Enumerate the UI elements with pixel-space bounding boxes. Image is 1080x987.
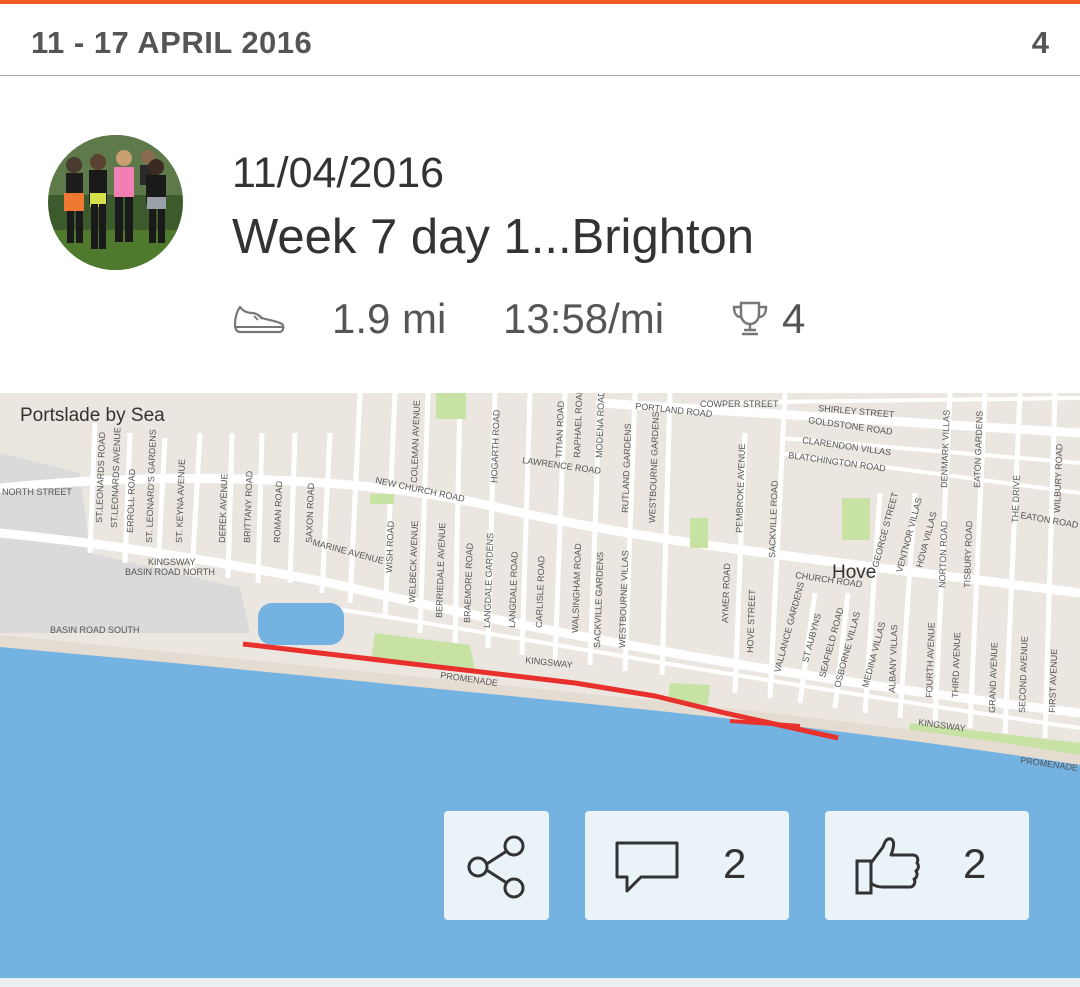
activity-pace: 13:58/mi <box>503 295 665 342</box>
week-activity-count: 4 <box>1031 25 1049 60</box>
road-label: AYMER ROAD <box>720 562 732 623</box>
road-label-kingsway: KINGSWAY <box>148 557 196 567</box>
activity-date: 11/04/2016 <box>232 149 445 197</box>
trophy-icon <box>730 299 770 344</box>
trophy-count: 4 <box>782 295 806 342</box>
avatar[interactable] <box>48 135 183 270</box>
route-map[interactable]: Portslade by Sea Hove NORTH STREET ST.LE… <box>0 393 1080 978</box>
week-header: 11 - 17 APRIL 2016 4 <box>0 4 1080 76</box>
road-label: BASIN ROAD NORTH <box>125 567 215 577</box>
map-place-portslade: Portslade by Sea <box>20 405 165 426</box>
road-label: NORTH STREET <box>2 487 72 497</box>
bottom-divider <box>0 978 1080 987</box>
road-label: COWPER STREET <box>700 399 779 409</box>
activity-distance: 1.9 mi <box>332 295 447 342</box>
activity-stats: 1.9 mi 13:58/mi 4 <box>232 295 1032 345</box>
week-range: 11 - 17 APRIL 2016 <box>31 25 313 60</box>
comment-count: 2 <box>723 840 747 887</box>
share-button[interactable] <box>444 811 549 920</box>
like-count: 2 <box>963 840 987 887</box>
likes-button[interactable]: 2 <box>825 811 1029 920</box>
road-label: WISH ROAD <box>384 520 396 573</box>
activity-title[interactable]: Week 7 day 1...Brighton <box>232 209 754 265</box>
road-label: TITIAN ROAD <box>554 400 566 458</box>
comments-button[interactable]: 2 <box>585 811 789 920</box>
shoe-icon <box>232 303 286 342</box>
activity-card[interactable]: 11/04/2016 Week 7 day 1...Brighton 1.9 m… <box>0 77 1080 393</box>
road-label: BASIN ROAD SOUTH <box>50 625 140 635</box>
road-label: SAXON ROAD <box>304 482 316 543</box>
